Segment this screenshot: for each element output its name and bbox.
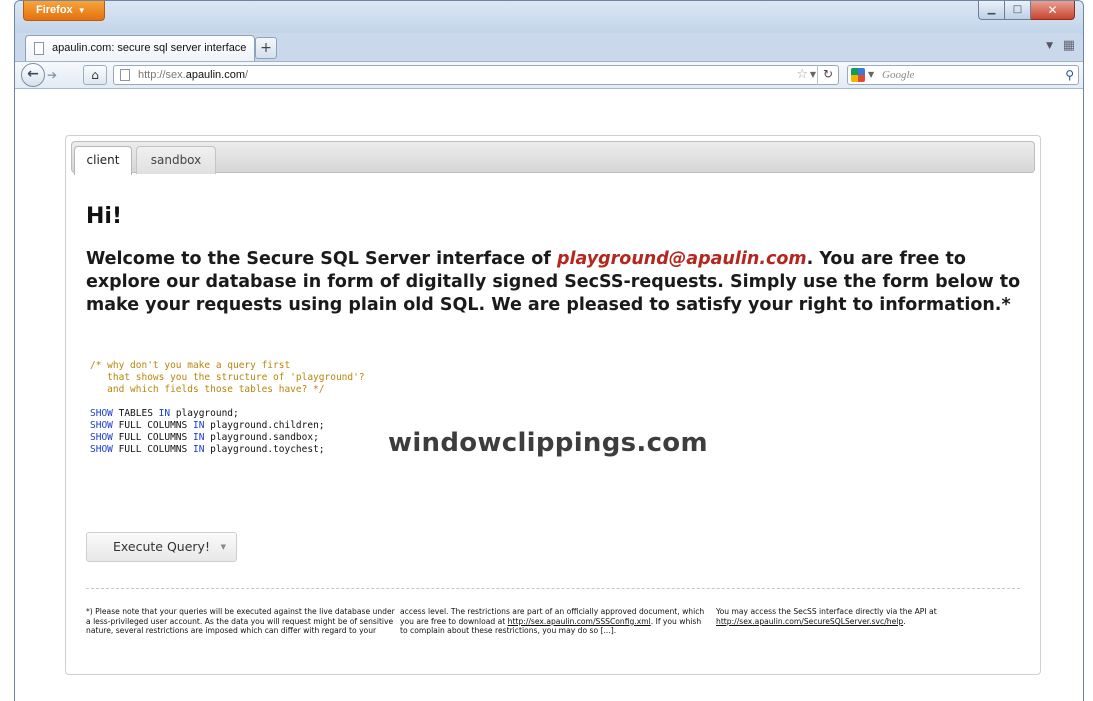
- sql-keyword: IN: [192, 444, 205, 455]
- minimize-button[interactable]: ▁: [978, 1, 1005, 20]
- page-icon: [120, 69, 130, 81]
- sql-query-editor[interactable]: /* why don't you make a query first that…: [90, 360, 365, 456]
- browser-tab[interactable]: apaulin.com: secure sql server interface: [25, 35, 255, 61]
- maximize-button[interactable]: □: [1005, 1, 1031, 20]
- reload-button[interactable]: ↻: [817, 65, 838, 85]
- divider: [86, 588, 1020, 589]
- config-xml-link[interactable]: http://sex.apaulin.com/SSSConfig.xml: [508, 617, 651, 626]
- sql-text: TABLES: [112, 408, 159, 419]
- page-title: Hi!: [86, 204, 122, 229]
- execute-query-label: Execute Query!: [113, 539, 210, 554]
- sql-text: FULL COLUMNS: [112, 420, 193, 431]
- api-help-link[interactable]: http://sex.apaulin.com/SecureSQLServer.s…: [716, 617, 903, 626]
- sql-keyword: SHOW: [90, 444, 113, 455]
- close-button[interactable]: ✕: [1031, 1, 1075, 20]
- firefox-menu-label: Firefox: [36, 4, 73, 16]
- sql-text: FULL COLUMNS: [112, 432, 193, 443]
- sql-text: playground.children;: [204, 420, 325, 431]
- google-icon[interactable]: [851, 68, 865, 82]
- sql-keyword: SHOW: [90, 408, 113, 419]
- code-line: SHOW FULL COLUMNS IN playground.children…: [90, 420, 325, 431]
- code-line: SHOW FULL COLUMNS IN playground.toychest…: [90, 444, 325, 455]
- bookmark-star-icon[interactable]: ☆: [796, 66, 808, 84]
- page-tab-bar: client sandbox: [71, 141, 1035, 175]
- search-icon[interactable]: ⚲: [1065, 66, 1074, 84]
- engine-dropdown-icon[interactable]: ▼: [868, 66, 874, 84]
- back-button[interactable]: ←: [21, 63, 45, 87]
- watermark: windowclippings.com: [388, 428, 708, 458]
- footnote-column-1: *) Please note that your queries will be…: [86, 607, 395, 635]
- window-controls: ▁ □ ✕: [978, 1, 1075, 21]
- title-bar: Firefox ▼ ▁ □ ✕: [15, 1, 1083, 33]
- tab-client[interactable]: client: [74, 146, 132, 175]
- welcome-text: Welcome to the Secure SQL Server interfa…: [86, 248, 1026, 317]
- footnote-text: .: [903, 616, 906, 626]
- tab-list-icon[interactable]: ▼: [1046, 41, 1053, 51]
- footnote-column-2: access level. The restrictions are part …: [400, 607, 705, 636]
- url-domain: apaulin.com: [185, 69, 246, 81]
- sql-keyword: IN: [192, 420, 205, 431]
- sql-keyword: IN: [158, 408, 171, 419]
- url-suffix: /: [245, 69, 249, 81]
- footnote-column-3: You may access the SecSS interface direc…: [716, 607, 1016, 626]
- url-prefix: http://sex.: [138, 69, 186, 81]
- search-placeholder: Google: [882, 69, 915, 81]
- sql-keyword: SHOW: [90, 420, 113, 431]
- tab-sandbox[interactable]: sandbox: [136, 146, 216, 174]
- account-name: playground@apaulin.com: [556, 249, 807, 269]
- sql-text: playground.toychest;: [204, 444, 325, 455]
- code-comment-line: /* why don't you make a query first: [90, 360, 291, 371]
- sql-keyword: IN: [192, 432, 205, 443]
- code-comment-line: that shows you the structure of 'playgro…: [90, 372, 365, 383]
- browser-window: Firefox ▼ ▁ □ ✕ apaulin.com: secure sql s…: [14, 0, 1084, 701]
- url-text: http://sex.apaulin.com/: [138, 66, 248, 84]
- home-button[interactable]: ⌂: [83, 65, 107, 85]
- code-comment-line: and which fields those tables have? */: [90, 384, 325, 395]
- chevron-down-icon: ▼: [77, 6, 86, 15]
- chevron-down-icon[interactable]: ▼: [221, 533, 226, 561]
- page-icon: [34, 42, 44, 55]
- sql-text: playground;: [170, 408, 239, 419]
- url-bar[interactable]: http://sex.apaulin.com/ ☆ ▼ ↻: [113, 65, 839, 85]
- footnote-text: You may access the SecSS interface direc…: [716, 607, 937, 616]
- sql-keyword: SHOW: [90, 432, 113, 443]
- browser-tab-title: apaulin.com: secure sql server interface: [52, 42, 247, 54]
- content-panel: client sandbox Hi! Welcome to the Secure…: [65, 135, 1041, 675]
- back-forward-group: ← ➔: [21, 63, 75, 87]
- page-viewport: client sandbox Hi! Welcome to the Secure…: [15, 89, 1083, 701]
- firefox-menu-button[interactable]: Firefox ▼: [23, 1, 105, 21]
- url-history-dropdown-icon[interactable]: ▼: [810, 66, 816, 84]
- code-line: SHOW FULL COLUMNS IN playground.sandbox;: [90, 432, 319, 443]
- execute-query-button[interactable]: Execute Query! ▼: [86, 532, 237, 562]
- welcome-text-start: Welcome to the Secure SQL Server interfa…: [86, 249, 557, 269]
- sql-text: playground.sandbox;: [204, 432, 319, 443]
- tab-groups-icon[interactable]: ▦: [1063, 38, 1075, 53]
- tab-strip: apaulin.com: secure sql server interface…: [15, 33, 1083, 61]
- new-tab-button[interactable]: +: [255, 37, 277, 59]
- sql-text: FULL COLUMNS: [112, 444, 193, 455]
- code-line: SHOW TABLES IN playground;: [90, 408, 239, 419]
- navigation-toolbar: ← ➔ ⌂ http://sex.apaulin.com/ ☆ ▼ ↻ ▼ Go…: [15, 61, 1083, 89]
- forward-button[interactable]: ➔: [47, 67, 67, 83]
- search-bar[interactable]: ▼ Google ⚲: [847, 65, 1079, 85]
